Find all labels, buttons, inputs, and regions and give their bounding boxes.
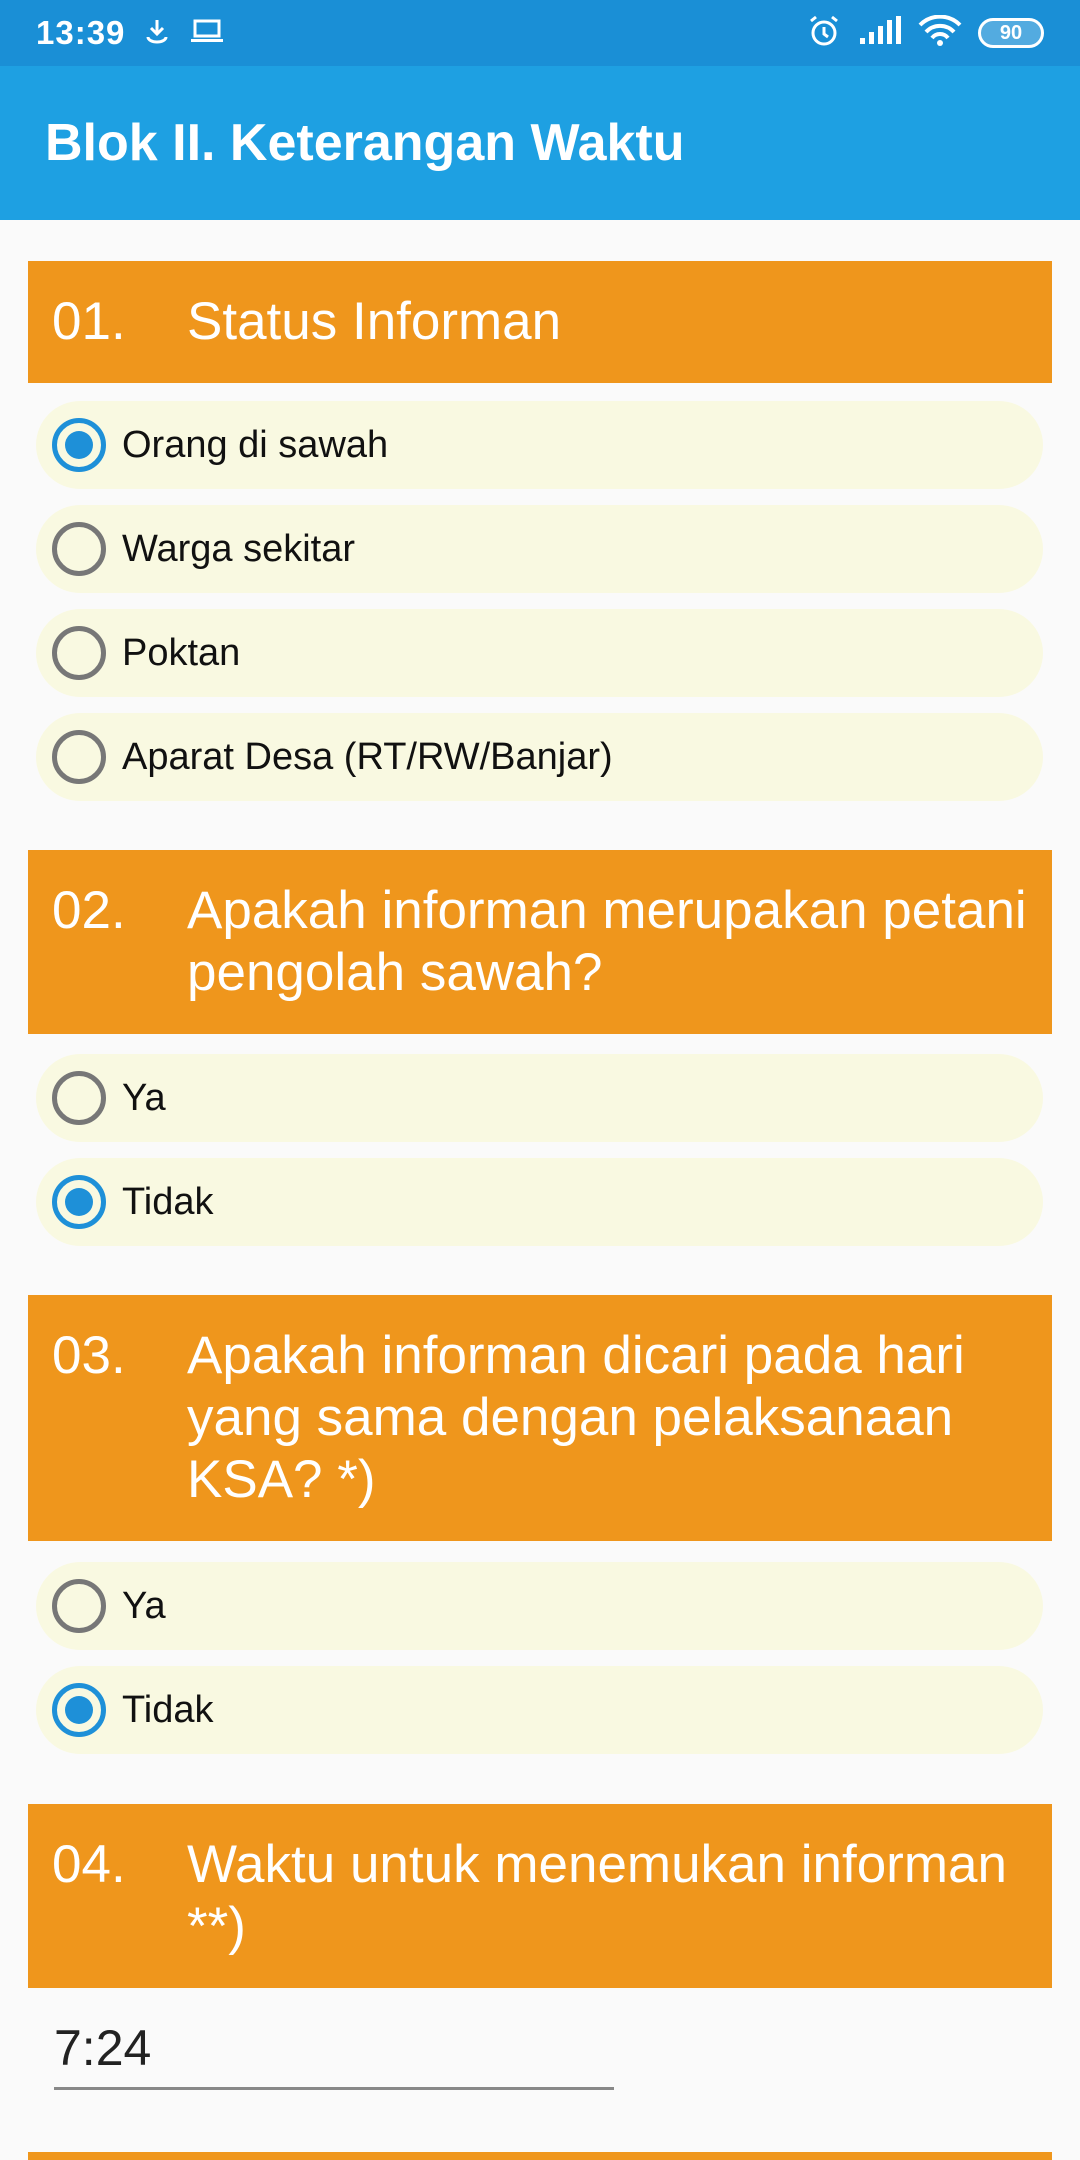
- radio-unchecked-icon[interactable]: [52, 730, 106, 784]
- option-ya[interactable]: Ya: [36, 1054, 1043, 1142]
- question-header-04: 04. Waktu untuk menemukan informan **): [28, 1804, 1052, 1988]
- option-poktan[interactable]: Poktan: [36, 609, 1043, 697]
- question-header-02: 02. Apakah informan merupakan petani pen…: [28, 850, 1052, 1034]
- option-aparat-desa[interactable]: Aparat Desa (RT/RW/Banjar): [36, 713, 1043, 801]
- radio-unchecked-icon[interactable]: [52, 522, 106, 576]
- option-orang-di-sawah[interactable]: Orang di sawah: [36, 401, 1043, 489]
- radio-checked-icon[interactable]: [52, 1175, 106, 1229]
- question-header-01: 01. Status Informan: [28, 261, 1052, 383]
- radio-unchecked-icon[interactable]: [52, 1071, 106, 1125]
- status-time: 13:39: [36, 14, 126, 51]
- question-text: Apakah informan dicari pada hari yang sa…: [187, 1326, 965, 1509]
- option-label: Warga sekitar: [122, 527, 355, 570]
- battery-icon: 90: [978, 18, 1044, 48]
- option-warga-sekitar[interactable]: Warga sekitar: [36, 505, 1043, 593]
- page-title: Blok II. Keterangan Waktu: [45, 114, 685, 172]
- next-question-header: [28, 2152, 1052, 2160]
- option-label: Orang di sawah: [122, 423, 389, 466]
- time-input[interactable]: 7:24: [54, 1996, 614, 2090]
- option-tidak[interactable]: Tidak: [36, 1666, 1043, 1754]
- laptop-icon: [189, 17, 225, 50]
- question-header-03: 03. Apakah informan dicari pada hari yan…: [28, 1295, 1052, 1541]
- question-number: 03.: [52, 1326, 126, 1385]
- question-text: Waktu untuk menemukan informan **): [187, 1835, 1007, 1956]
- status-bar: 13:39 90: [0, 0, 1080, 66]
- option-tidak[interactable]: Tidak: [36, 1158, 1043, 1246]
- radio-checked-icon[interactable]: [52, 1683, 106, 1737]
- alarm-icon: [806, 13, 842, 54]
- question-text: Apakah informan merupakan petani pengola…: [187, 881, 1027, 1002]
- question-number: 04.: [52, 1835, 126, 1894]
- option-label: Aparat Desa (RT/RW/Banjar): [122, 735, 613, 778]
- option-label: Tidak: [122, 1688, 214, 1731]
- option-label: Ya: [122, 1076, 166, 1119]
- signal-icon: [858, 15, 902, 51]
- download-icon: [143, 17, 171, 50]
- radio-checked-icon[interactable]: [52, 418, 106, 472]
- question-number: 02.: [52, 881, 126, 940]
- radio-unchecked-icon[interactable]: [52, 1579, 106, 1633]
- radio-unchecked-icon[interactable]: [52, 626, 106, 680]
- option-label: Ya: [122, 1584, 166, 1627]
- question-text: Status Informan: [187, 292, 562, 351]
- app-bar: Blok II. Keterangan Waktu: [0, 66, 1080, 220]
- wifi-icon: [918, 14, 962, 52]
- option-label: Tidak: [122, 1180, 214, 1223]
- question-number: 01.: [52, 292, 126, 351]
- option-label: Poktan: [122, 631, 241, 674]
- option-ya[interactable]: Ya: [36, 1562, 1043, 1650]
